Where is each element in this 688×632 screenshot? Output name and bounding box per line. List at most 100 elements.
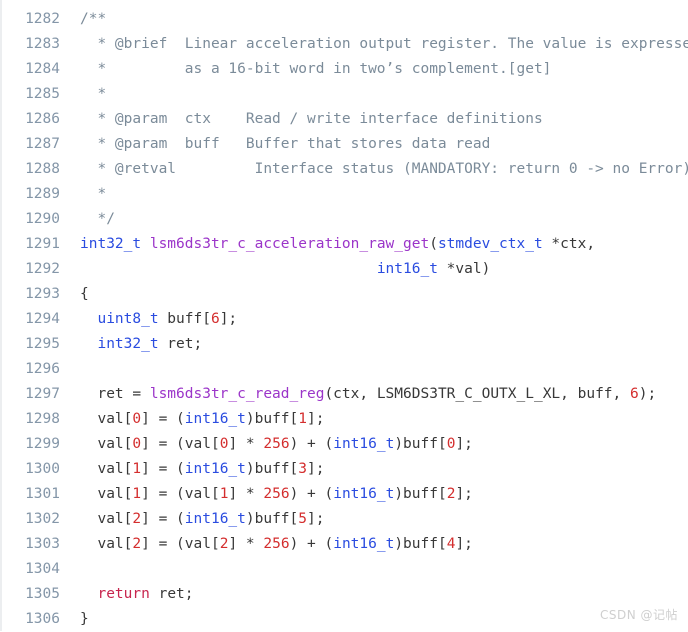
line-content: val[0] = (val[0] * 256) + (int16_t)buff[… [60,432,688,457]
token-number: 6 [210,311,220,327]
code-line[interactable]: 1282 /** [2,7,688,32]
line-number: 1299 [25,436,60,452]
token-func: lsm6ds3tr_c_acceleration_raw_get [149,236,430,252]
token-type: int16_t [184,411,246,427]
token-plain: ]; [219,311,238,327]
token-plain: ]; [307,461,325,477]
line-content: * [60,82,688,107]
code-line[interactable]: 1304 [2,557,688,582]
token-number: 256 [263,536,290,552]
line-number: 1290 [25,211,60,227]
token-plain: { [80,286,89,302]
line-content: * @brief Linear acceleration output regi… [60,32,688,57]
token-number: 0 [132,411,142,427]
token-plain: ] * [228,536,264,552]
token-type: uint8_t [97,311,159,327]
token-plain: val[ [80,486,133,502]
token-type: int16_t [184,461,246,477]
token-plain: ] * [228,486,264,502]
line-number: 1295 [25,336,60,352]
token-comment: * [80,86,107,102]
code-line[interactable]: 1289 * [2,182,688,207]
line-number: 1292 [25,261,60,277]
code-line[interactable]: 1300 val[1] = (int16_t)buff[3]; [2,457,688,482]
token-number: 1 [132,461,142,477]
token-plain: ]; [307,411,325,427]
token-plain: )buff[ [245,411,299,427]
token-plain: (ctx, LSM6DS3TR_C_OUTX_L_XL, buff, [324,386,630,402]
line-number: 1282 [25,11,60,27]
token-plain: val[ [80,511,133,527]
code-line[interactable]: 1299 val[0] = (val[0] * 256) + (int16_t)… [2,432,688,457]
token-plain: *val) [437,261,491,277]
line-number: 1300 [25,461,60,477]
token-func: lsm6ds3tr_c_read_reg [149,386,325,402]
code-line[interactable]: 1306} [2,607,688,632]
line-content: } [60,607,688,632]
token-number: 6 [630,386,639,402]
token-type: int16_t [333,536,395,552]
token-type: int32_t [80,236,142,252]
line-number: 1294 [25,311,60,327]
line-content: val[0] = (int16_t)buff[1]; [60,407,688,432]
token-comment: * @retval Interface status (MANDATORY: r… [80,161,688,177]
token-number: 256 [263,436,290,452]
token-plain: ( [429,236,438,252]
code-line[interactable]: 1283 * @brief Linear acceleration output… [2,32,688,57]
token-comment: * @param ctx Read / write interface defi… [80,111,543,127]
code-line[interactable]: 1298 val[0] = (int16_t)buff[1]; [2,407,688,432]
token-plain: ] = ( [141,411,185,427]
token-plain: val[ [80,461,133,477]
line-content: val[2] = (val[2] * 256) + (int16_t)buff[… [60,532,688,557]
line-content: uint8_t buff[6]; [60,307,688,332]
line-number: 1296 [25,361,60,377]
code-line[interactable]: 1284 * as a 16-bit word in two’s complem… [2,57,688,82]
line-content: * @retval Interface status (MANDATORY: r… [60,157,688,182]
line-number: 1297 [25,386,60,402]
line-number: 1289 [25,186,60,202]
line-content: val[2] = (int16_t)buff[5]; [60,507,688,532]
code-line[interactable]: 1294 uint8_t buff[6]; [2,307,688,332]
token-comment: * as a 16-bit word in two’s complement.[… [80,61,552,77]
token-plain: ] = ( [141,511,185,527]
code-line[interactable]: 1292 int16_t *val) [2,257,688,282]
token-plain: ) + ( [289,436,334,452]
code-line[interactable]: 1288 * @retval Interface status (MANDATO… [2,157,688,182]
line-number: 1301 [25,486,60,502]
token-plain: )buff[ [245,511,299,527]
token-plain: ]; [455,536,473,552]
token-number: 0 [132,436,142,452]
code-line[interactable]: 1293 { [2,282,688,307]
token-plain: ] = ( [141,461,185,477]
code-line[interactable]: 1295 int32_t ret; [2,332,688,357]
token-plain: val[ [80,536,133,552]
token-plain: )buff[ [394,486,447,502]
token-plain: *ctx, [542,236,596,252]
line-content: return ret; [60,582,688,607]
code-line[interactable]: 1287 * @param buff Buffer that stores da… [2,132,688,157]
token-plain: buff[ [158,311,211,327]
code-viewer[interactable]: 1282 /** 1283 * @brief Linear acceleration… [0,0,688,631]
token-plain: )buff[ [394,436,447,452]
code-line[interactable]: 1286 * @param ctx Read / write interface… [2,107,688,132]
code-line[interactable]: 1296 [2,357,688,382]
token-comment: */ [80,211,115,227]
line-number: 1306 [25,611,60,627]
token-number: 256 [263,486,290,502]
code-line[interactable]: 1290 */ [2,207,688,232]
token-comment: * [80,186,107,202]
line-number: 1293 [25,286,60,302]
code-line[interactable]: 1291 int32_t lsm6ds3tr_c_acceleration_raw… [2,232,688,257]
line-number: 1286 [25,111,60,127]
token-plain: ) + ( [289,536,334,552]
token-number: 5 [298,511,308,527]
code-line[interactable]: 1301 val[1] = (val[1] * 256) + (int16_t)… [2,482,688,507]
code-line[interactable]: 1297 ret = lsm6ds3tr_c_read_reg(ctx, LSM… [2,382,688,407]
code-line[interactable]: 1305 return ret; [2,582,688,607]
code-line[interactable]: 1285 * [2,82,688,107]
code-line[interactable]: 1303 val[2] = (val[2] * 256) + (int16_t)… [2,532,688,557]
code-line[interactable]: 1302 val[2] = (int16_t)buff[5]; [2,507,688,532]
line-content: int32_t ret; [60,332,688,357]
line-content: int32_t lsm6ds3tr_c_acceleration_raw_get… [60,232,688,257]
